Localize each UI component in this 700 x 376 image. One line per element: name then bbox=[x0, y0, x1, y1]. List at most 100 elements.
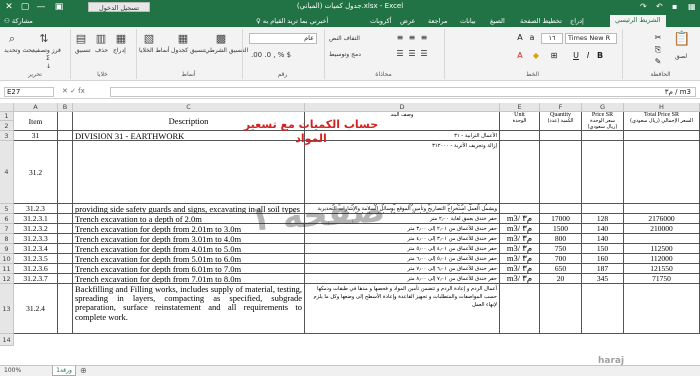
tab-page-layout[interactable]: تخطيط الصفحة bbox=[520, 16, 562, 27]
column-header-g[interactable]: G bbox=[582, 103, 624, 112]
share-button[interactable]: ⚇ مشاركة bbox=[4, 16, 33, 27]
paste-icon[interactable]: 📋 bbox=[673, 32, 690, 46]
delete-button[interactable]: حذف bbox=[95, 47, 108, 54]
table-cell-item[interactable]: 31.2.3 bbox=[14, 204, 58, 214]
table-cell-item[interactable]: 31.2 bbox=[14, 141, 58, 204]
align-bottom-icon[interactable]: ≡ bbox=[419, 33, 429, 43]
table-cell-blank[interactable] bbox=[58, 244, 73, 254]
table-cell-total[interactable]: 2176000 bbox=[624, 214, 700, 224]
table-cell-blank[interactable] bbox=[58, 274, 73, 284]
row-header[interactable]: 2 bbox=[0, 121, 14, 131]
column-header-a[interactable]: A bbox=[14, 103, 58, 112]
table-cell-total[interactable] bbox=[624, 141, 700, 204]
conditional-format-icon[interactable]: ▩ bbox=[215, 33, 227, 45]
tab-home[interactable]: الشريط الرئيسي bbox=[610, 15, 666, 27]
align-center-icon[interactable]: ☰ bbox=[407, 49, 417, 59]
table-cell-blank[interactable] bbox=[58, 264, 73, 274]
format-table-button[interactable]: تنسيق كجدول bbox=[171, 47, 206, 54]
table-cell-blank[interactable] bbox=[58, 131, 73, 141]
borders-icon[interactable]: ⊞ bbox=[549, 51, 559, 61]
underline-icon[interactable]: U bbox=[571, 51, 581, 61]
table-cell-item[interactable]: 31.2.4 bbox=[14, 284, 58, 334]
table-cell-desc[interactable]: Trench excavation for depth from 6.01m t… bbox=[73, 264, 305, 274]
row-header[interactable]: 3 bbox=[0, 131, 14, 141]
row-header[interactable]: 4 bbox=[0, 141, 14, 204]
table-cell-price[interactable]: 140 bbox=[582, 234, 624, 244]
table-cell-blank[interactable] bbox=[58, 141, 73, 204]
sheet-tab[interactable]: ورقة1 bbox=[52, 366, 76, 376]
table-cell-price[interactable] bbox=[582, 204, 624, 214]
table-cell-item[interactable]: 31.2.3.7 bbox=[14, 274, 58, 284]
table-cell-price[interactable] bbox=[582, 284, 624, 334]
find-button[interactable]: بحث وتحديد bbox=[4, 47, 34, 54]
font-color-icon[interactable]: A bbox=[515, 51, 525, 61]
table-cell-blank[interactable] bbox=[58, 254, 73, 264]
select-all-corner[interactable] bbox=[0, 103, 14, 112]
autosum-button[interactable]: Σ bbox=[46, 55, 50, 62]
table-cell-total[interactable]: 210000 bbox=[624, 224, 700, 234]
row-header[interactable]: 6 bbox=[0, 214, 14, 224]
italic-icon[interactable]: I bbox=[583, 51, 593, 61]
column-header-f[interactable]: F bbox=[540, 103, 582, 112]
table-cell-blank[interactable] bbox=[58, 224, 73, 234]
table-cell-desc[interactable]: Trench excavation for depth from 4.01m t… bbox=[73, 244, 305, 254]
tab-insert[interactable]: إدراج bbox=[570, 16, 584, 27]
number-format-buttons[interactable]: .00 .0 , % $ bbox=[251, 51, 291, 59]
table-cell-price[interactable]: 160 bbox=[582, 254, 624, 264]
row-header[interactable]: 11 bbox=[0, 264, 14, 274]
table-cell-desc-ar[interactable]: حفر خندق للأعماق من ٤٫٠١ إلى ٥٫٠٠ متر bbox=[305, 244, 500, 254]
column-header-e[interactable]: E bbox=[500, 103, 540, 112]
table-cell-total[interactable]: 71750 bbox=[624, 274, 700, 284]
table-cell-qty[interactable] bbox=[540, 204, 582, 214]
add-sheet-icon[interactable]: ⊕ bbox=[80, 366, 87, 376]
row-header[interactable]: 7 bbox=[0, 224, 14, 234]
formula-input[interactable]: م٣ / m3 bbox=[110, 87, 696, 97]
row-header[interactable]: 14 bbox=[0, 334, 14, 346]
table-cell-price[interactable]: 187 bbox=[582, 264, 624, 274]
table-cell-unit[interactable]: m3/ م٣ bbox=[500, 244, 540, 254]
redo-icon[interactable]: ↷ bbox=[640, 2, 647, 12]
table-cell-item[interactable]: 31.2.3.5 bbox=[14, 254, 58, 264]
tab-data[interactable]: بيانات bbox=[460, 16, 476, 27]
number-format-select[interactable]: عام bbox=[249, 33, 317, 44]
table-cell-total[interactable]: 121550 bbox=[624, 264, 700, 274]
row-header[interactable]: 10 bbox=[0, 254, 14, 264]
align-right-icon[interactable]: ☰ bbox=[395, 49, 405, 59]
unit-header-cell[interactable]: Unit الوحدة bbox=[500, 112, 540, 131]
fill-button[interactable]: ↓ bbox=[46, 63, 51, 70]
delete-cells-icon[interactable]: ▥ bbox=[95, 33, 107, 45]
sort-button[interactable]: فرز وتصفية bbox=[32, 47, 61, 54]
table-cell-qty[interactable] bbox=[540, 141, 582, 204]
item-header[interactable]: Item bbox=[14, 112, 58, 131]
copy-icon[interactable]: ⎘ bbox=[653, 45, 663, 55]
quantity-header-cell[interactable]: Quantity الكمية (عدد) bbox=[540, 112, 582, 131]
cut-icon[interactable]: ✂ bbox=[653, 33, 663, 43]
format-painter-icon[interactable]: ✎ bbox=[653, 57, 663, 67]
cell-styles-button[interactable]: أنماط الخلايا bbox=[139, 47, 170, 54]
sort-icon[interactable]: ⇅ bbox=[38, 33, 50, 45]
table-cell-unit[interactable] bbox=[500, 131, 540, 141]
cell-styles-icon[interactable]: ▧ bbox=[143, 33, 155, 45]
ribbon-display-icon[interactable]: ▣ bbox=[52, 1, 66, 13]
wrap-text-button[interactable]: التفاف النص bbox=[329, 35, 360, 42]
align-left-icon[interactable]: ☰ bbox=[419, 49, 429, 59]
table-cell-desc[interactable]: Trench excavation for depth from 7.01m t… bbox=[73, 274, 305, 284]
paste-button[interactable]: لصق bbox=[675, 53, 687, 60]
merge-center-button[interactable]: دمج وتوسيط bbox=[329, 51, 361, 58]
name-box[interactable]: E27 bbox=[4, 87, 54, 97]
save-icon[interactable]: ▪ bbox=[672, 2, 677, 12]
table-cell-unit[interactable]: m3/ م٣ bbox=[500, 264, 540, 274]
table-cell-price[interactable] bbox=[582, 141, 624, 204]
row-header[interactable]: 13 bbox=[0, 284, 14, 334]
tell-me-search[interactable]: ♀ أخبرني بما تريد القيام به bbox=[256, 16, 328, 27]
table-cell-price[interactable]: 128 bbox=[582, 214, 624, 224]
table-cell-unit[interactable]: m3/ م٣ bbox=[500, 224, 540, 234]
table-cell-blank[interactable] bbox=[58, 284, 73, 334]
table-cell-desc-ar[interactable]: حفر خندق للأعماق من ٥٫٠١ إلى ٦٫٠٠ متر bbox=[305, 254, 500, 264]
row-header[interactable]: 1 bbox=[0, 112, 14, 121]
table-cell-qty[interactable] bbox=[540, 131, 582, 141]
table-cell-total[interactable] bbox=[624, 131, 700, 141]
row-header[interactable]: 5 bbox=[0, 204, 14, 214]
table-cell-unit[interactable] bbox=[500, 284, 540, 334]
align-middle-icon[interactable]: ≡ bbox=[407, 33, 417, 43]
